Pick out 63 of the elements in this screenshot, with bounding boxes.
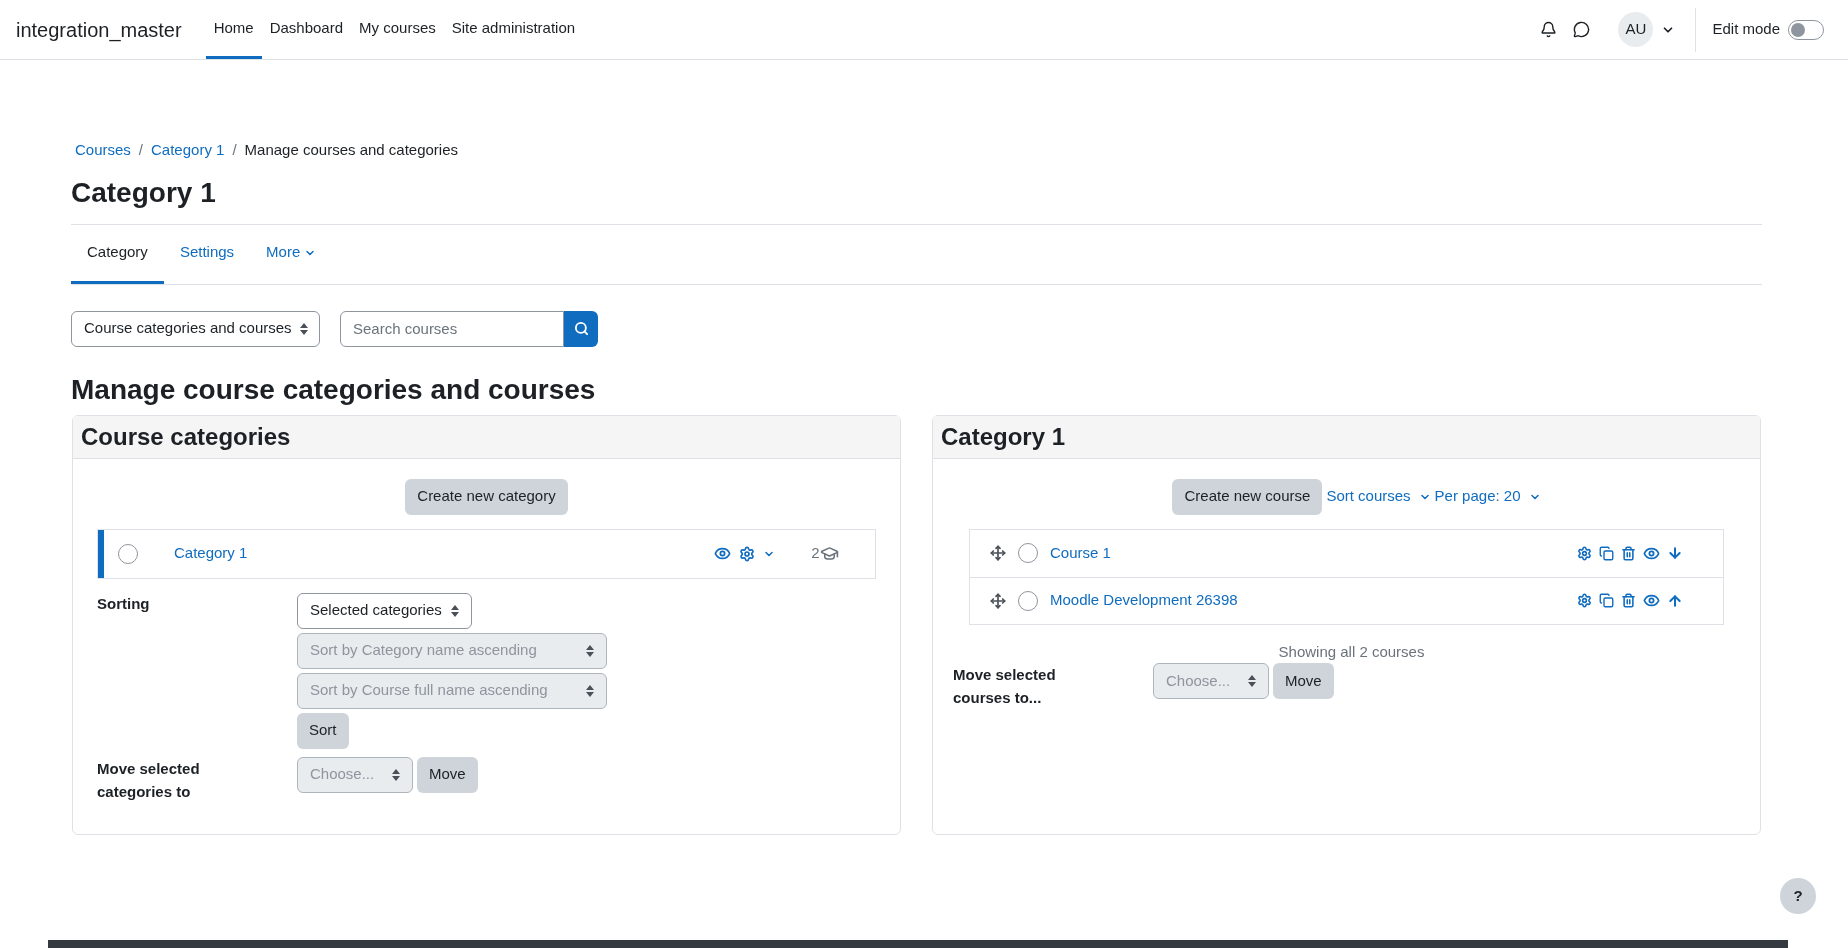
notification-bell-icon[interactable] — [1540, 21, 1558, 38]
graduation-cap-icon — [819, 544, 839, 563]
nav-link[interactable]: Home — [205, 0, 262, 59]
panel-title: Category 1 — [933, 415, 1760, 459]
view-select[interactable]: Course categories and courses — [71, 310, 320, 347]
delete-trash-icon[interactable] — [1621, 593, 1636, 608]
breadcrumb-link[interactable]: Category 1 — [151, 139, 225, 162]
sort-arrows-icon — [299, 322, 308, 335]
search-icon — [573, 321, 589, 336]
section-heading: Manage course categories and courses — [71, 372, 597, 407]
sorting-label: Sorting — [97, 593, 151, 614]
sort-arrows-icon — [586, 684, 594, 697]
copy-icon[interactable] — [1599, 593, 1614, 608]
search-field[interactable]: Search courses — [340, 310, 564, 347]
search-button[interactable] — [564, 310, 598, 347]
settings-gear-icon[interactable] — [739, 545, 755, 562]
category-link[interactable]: Category 1 — [174, 542, 248, 565]
page-title: Category 1 — [71, 175, 217, 210]
nav-link[interactable]: Site administration — [443, 0, 584, 59]
delete-trash-icon[interactable] — [1621, 545, 1636, 561]
settings-gear-icon[interactable] — [1577, 545, 1592, 561]
visibility-eye-icon[interactable] — [1643, 592, 1660, 609]
category-row[interactable]: Category 1 2 — [98, 529, 875, 578]
checkbox[interactable] — [1018, 590, 1038, 611]
move-label: Move selected courses to... — [953, 665, 1057, 708]
drag-move-icon[interactable] — [990, 545, 1006, 561]
checkbox[interactable] — [1018, 543, 1038, 563]
breadcrumb-link[interactable]: Courses — [75, 139, 131, 162]
sort-arrows-icon — [1248, 675, 1256, 687]
user-avatar[interactable]: AU — [1618, 12, 1654, 47]
sort-arrows-icon — [451, 604, 459, 617]
help-button[interactable]: ? — [1780, 878, 1816, 914]
tab[interactable]: Settings — [163, 224, 251, 284]
panel-title: Course categories — [73, 415, 900, 459]
messages-icon[interactable] — [1573, 21, 1591, 38]
breadcrumb-separator: / — [138, 140, 144, 160]
breadcrumb-current-page: Manage courses and categories — [244, 140, 459, 160]
edit-mode-label: Edit mode — [1712, 19, 1780, 40]
site-name[interactable]: integration_master — [16, 14, 182, 45]
sort-courses-link[interactable]: Sort courses — [1326, 485, 1431, 508]
nav-link[interactable]: Dashboard — [261, 0, 352, 59]
visibility-eye-icon[interactable] — [714, 545, 731, 562]
create-category-button[interactable]: Create new category — [405, 478, 568, 515]
per-page-link[interactable]: Per page: 20 — [1434, 485, 1541, 508]
move-label: Move selected categories to — [97, 758, 201, 802]
nav-link[interactable]: My courses — [351, 0, 444, 59]
settings-gear-icon[interactable] — [1577, 593, 1592, 608]
edit-mode-toggle[interactable] — [1788, 19, 1824, 40]
drag-move-icon[interactable] — [990, 592, 1006, 609]
sort-arrows-icon — [586, 644, 594, 657]
sort-button[interactable]: Sort — [297, 712, 349, 749]
copy-icon[interactable] — [1599, 545, 1614, 561]
sort-select[interactable]: Selected categories — [297, 592, 472, 629]
course-link[interactable]: Course 1 — [1050, 541, 1111, 565]
checkbox[interactable] — [118, 543, 138, 564]
course-link[interactable]: Moodle Development 26398 — [1050, 589, 1238, 612]
tab[interactable]: More — [250, 224, 333, 284]
tab[interactable]: Category — [71, 224, 164, 284]
create-course-button[interactable]: Create new course — [1172, 478, 1323, 515]
courses-count-text: Showing all 2 courses — [1278, 641, 1425, 662]
sort-arrows-icon — [392, 768, 400, 781]
course-count: 2 — [811, 543, 820, 564]
breadcrumb-separator: / — [232, 140, 237, 160]
